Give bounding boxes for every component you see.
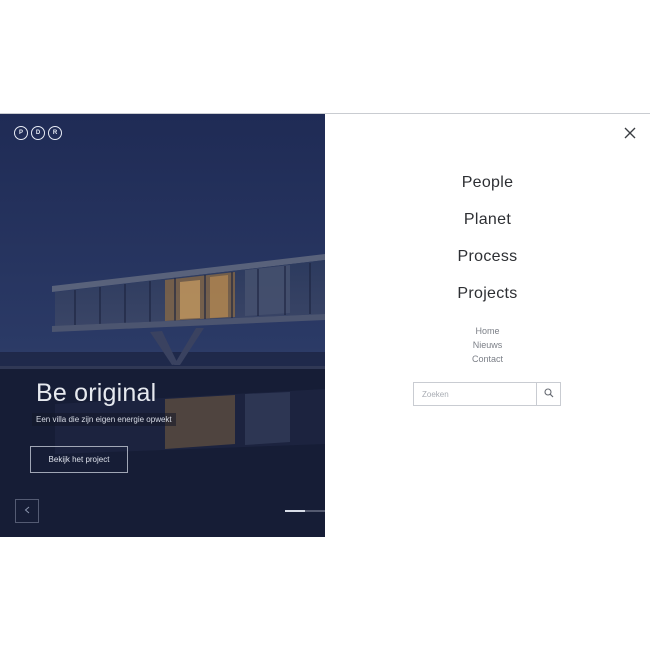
view-project-button[interactable]: Bekijk het project bbox=[30, 446, 128, 473]
nav-item-projects[interactable]: Projects bbox=[325, 283, 650, 320]
hero-image bbox=[0, 114, 325, 537]
hero-subtitle: Een villa die zijn eigen energie opwekt bbox=[32, 413, 176, 426]
slide-indicator-active[interactable] bbox=[285, 510, 305, 512]
nav-item-nieuws[interactable]: Nieuws bbox=[325, 339, 650, 353]
hero-title: Be original bbox=[36, 379, 157, 407]
app-frame: P D R Be original Een villa die zijn eig… bbox=[0, 113, 650, 537]
previous-slide-button[interactable] bbox=[15, 499, 39, 523]
menu-panel: People Planet Process Projects Home Nieu… bbox=[325, 114, 650, 537]
logo-letter-r: R bbox=[48, 126, 62, 140]
nav-item-home[interactable]: Home bbox=[325, 325, 650, 339]
slide-indicator bbox=[285, 510, 325, 512]
logo[interactable]: P D R bbox=[14, 126, 62, 140]
nav-item-planet[interactable]: Planet bbox=[325, 209, 650, 246]
nav-item-contact[interactable]: Contact bbox=[325, 353, 650, 367]
close-icon bbox=[623, 127, 637, 144]
nav-item-process[interactable]: Process bbox=[325, 246, 650, 283]
search-input[interactable] bbox=[414, 383, 536, 405]
search-button[interactable] bbox=[536, 383, 560, 405]
close-menu-button[interactable] bbox=[623, 126, 637, 140]
logo-letter-d: D bbox=[31, 126, 45, 140]
search-icon bbox=[543, 385, 554, 403]
search-box bbox=[413, 382, 561, 406]
hero-section: P D R Be original Een villa die zijn eig… bbox=[0, 114, 325, 537]
nav-item-people[interactable]: People bbox=[325, 172, 650, 209]
logo-letter-p: P bbox=[14, 126, 28, 140]
chevron-left-icon bbox=[24, 506, 30, 517]
primary-nav: People Planet Process Projects bbox=[325, 172, 650, 320]
slide-indicator-next[interactable] bbox=[305, 510, 325, 512]
secondary-nav: Home Nieuws Contact bbox=[325, 325, 650, 367]
